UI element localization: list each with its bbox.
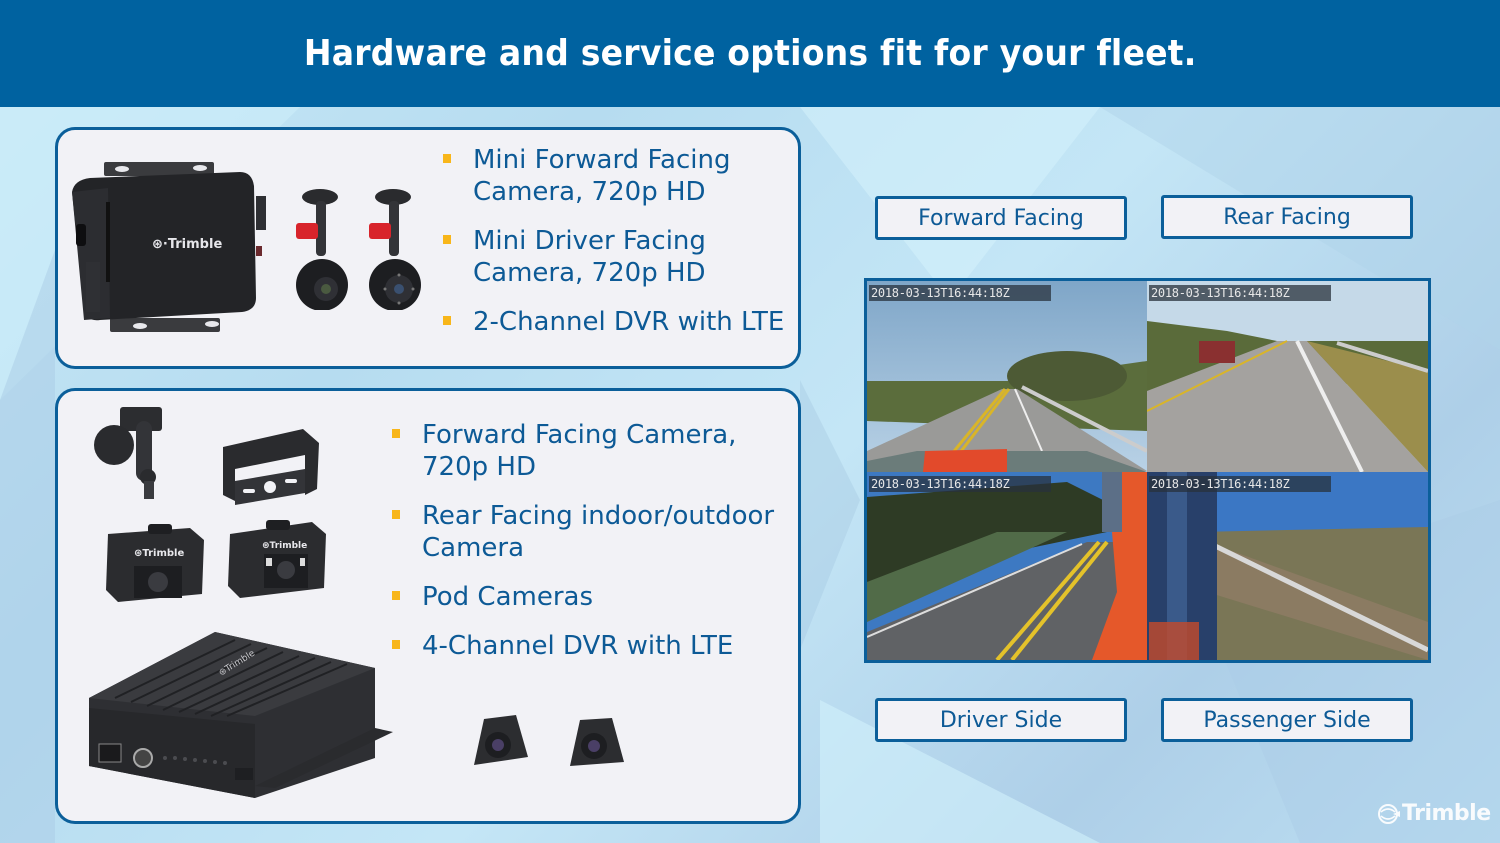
bullet-square-icon xyxy=(392,640,400,649)
forward-camera-feed[interactable]: 2018-03-13T16:44:18Z xyxy=(867,281,1147,472)
bullet-square-icon xyxy=(392,429,400,438)
feature-item: Mini Forward Facing Camera, 720p HD xyxy=(443,144,793,208)
forward-road-scene xyxy=(867,281,1147,472)
two-channel-dvr-image: ⊛·Trimble xyxy=(72,162,266,332)
feed-timestamp: 2018-03-13T16:44:18Z xyxy=(869,285,1051,301)
svg-text:⊛Trimble: ⊛Trimble xyxy=(134,548,184,559)
feature-item: Forward Facing Camera, 720p HD xyxy=(392,419,792,483)
mini-driver-camera-image xyxy=(369,189,421,310)
passenger-side-road-scene xyxy=(1147,472,1428,660)
driver-side-road-scene xyxy=(867,472,1147,660)
feature-item: Rear Facing indoor/outdoor Camera xyxy=(392,500,792,564)
two-channel-feature-list: Mini Forward Facing Camera, 720p HD Mini… xyxy=(443,144,793,355)
forward-facing-camera-image: ⊛Trimble xyxy=(106,524,204,602)
rear-facing-camera-image: ⊛Trimble xyxy=(228,520,326,598)
header-bar: Hardware and service options fit for you… xyxy=(0,0,1500,107)
trimble-logo: Trimble xyxy=(1376,801,1491,826)
driver-side-label-button[interactable]: Driver Side xyxy=(875,698,1127,742)
ram-mount-image xyxy=(94,407,162,499)
bullet-square-icon xyxy=(443,154,451,163)
feed-timestamp: 2018-03-13T16:44:18Z xyxy=(1149,476,1331,492)
pod-camera-image xyxy=(474,715,528,765)
rear-facing-label-button[interactable]: Rear Facing xyxy=(1161,195,1413,239)
rear-camera-feed[interactable]: 2018-03-13T16:44:18Z xyxy=(1147,281,1428,472)
svg-text:⊛·Trimble: ⊛·Trimble xyxy=(152,237,222,252)
bullet-square-icon xyxy=(392,510,400,519)
feed-timestamp: 2018-03-13T16:44:18Z xyxy=(1149,285,1331,301)
passenger-side-camera-feed[interactable]: 2018-03-13T16:44:18Z xyxy=(1147,472,1428,660)
driver-side-camera-feed[interactable]: 2018-03-13T16:44:18Z xyxy=(867,472,1147,660)
bullet-square-icon xyxy=(392,591,400,600)
forward-facing-label-button[interactable]: Forward Facing xyxy=(875,196,1127,240)
four-channel-dvr-image: ⊛Trimble xyxy=(89,632,393,798)
rear-road-scene xyxy=(1147,281,1428,472)
four-channel-feature-list: Forward Facing Camera, 720p HD Rear Faci… xyxy=(392,419,792,679)
logo-text: Trimble xyxy=(1402,801,1491,826)
mini-forward-camera-image xyxy=(296,189,348,310)
bullet-square-icon xyxy=(443,316,451,325)
quad-camera-view: 2018-03-13T16:44:18Z 2018-03-13T16:44:18… xyxy=(864,278,1431,663)
feed-timestamp: 2018-03-13T16:44:18Z xyxy=(869,476,1051,492)
feature-item: Mini Driver Facing Camera, 720p HD xyxy=(443,225,793,289)
camera-bracket-image xyxy=(223,429,319,505)
svg-text:⊛Trimble: ⊛Trimble xyxy=(262,541,307,551)
passenger-side-label-button[interactable]: Passenger Side xyxy=(1161,698,1413,742)
feature-item: 4-Channel DVR with LTE xyxy=(392,630,792,662)
bullet-square-icon xyxy=(443,235,451,244)
feature-item: 2-Channel DVR with LTE xyxy=(443,306,793,338)
feature-item: Pod Cameras xyxy=(392,581,792,613)
page-title: Hardware and service options fit for you… xyxy=(303,33,1197,74)
pod-camera-image xyxy=(570,718,624,766)
trimble-globe-icon xyxy=(1378,803,1400,824)
